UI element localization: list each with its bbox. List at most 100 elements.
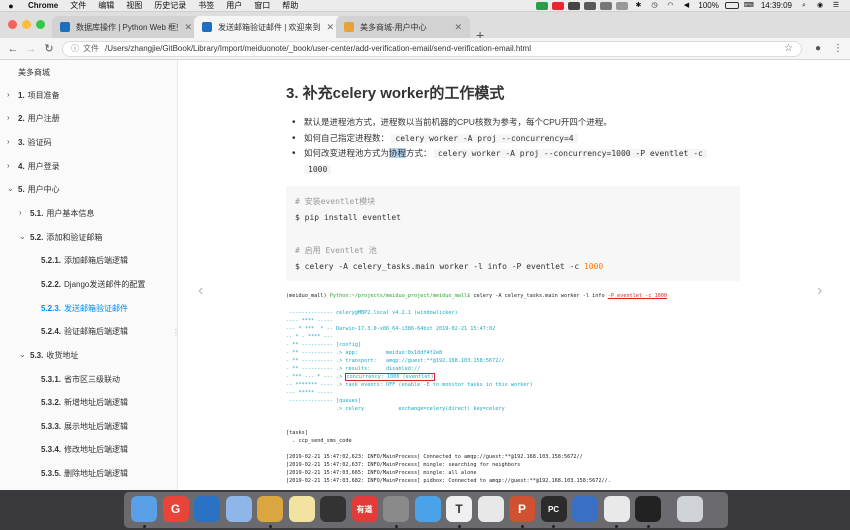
git-dock-icon[interactable]: G	[162, 496, 189, 522]
battery-icon[interactable]	[724, 2, 739, 9]
menu-file[interactable]: 文件	[64, 0, 92, 11]
finder-dock-icon[interactable]	[131, 496, 157, 522]
sidebar-title[interactable]: 美多商城	[18, 67, 50, 78]
xmind-dock-icon[interactable]	[477, 496, 504, 522]
siri-icon[interactable]: ◉	[814, 2, 826, 10]
inline-code: celery worker -A proj --concurrency=1000…	[433, 149, 707, 158]
battery-percent[interactable]: 100%	[694, 1, 722, 10]
youdao-dock-icon[interactable]: 有道	[351, 496, 378, 522]
dock: G 有道 T P PC	[0, 490, 850, 530]
sidebar-item-5-3-3[interactable]: 5.3.3. 展示地址后端逻辑	[41, 421, 128, 432]
minimize-window-button[interactable]	[22, 20, 31, 29]
app-dock-icon[interactable]	[572, 496, 598, 522]
input-method-icon[interactable]: ⌨	[743, 2, 755, 10]
obs-dock-icon[interactable]	[320, 496, 346, 522]
tab-send-email[interactable]: 发送邮箱验证邮件 | 欢迎来到美 ✕	[194, 16, 342, 38]
next-page-icon[interactable]: ›	[817, 282, 822, 300]
apple-icon[interactable]: ●	[0, 1, 22, 11]
vscode-dock-icon[interactable]	[194, 496, 220, 522]
bluetooth-icon[interactable]: ✱	[632, 2, 644, 10]
sidebar-item-1[interactable]: › 1. 项目准备	[7, 90, 60, 101]
terminal-dock-icon[interactable]	[635, 496, 661, 522]
status-app-icon[interactable]	[536, 1, 549, 10]
sidebar-item-4[interactable]: › 4. 用户登录	[7, 161, 60, 172]
sidebar-item-5-2-2[interactable]: 5.2.2. Django发送邮件的配置	[41, 279, 145, 290]
status-app-icon[interactable]	[616, 1, 629, 10]
menu-help[interactable]: 帮助	[276, 0, 304, 11]
code-line: $ celery -A celery_tasks.main worker -l …	[295, 262, 604, 271]
sidebar-item-5-3[interactable]: ⌄ 5.3. 收货地址	[19, 350, 78, 361]
status-app-icon[interactable]	[600, 1, 613, 10]
prev-page-icon[interactable]: ‹	[198, 282, 203, 300]
status-area: ✱ ◷ ◠ ◀ 100% ⌨ 14:39:09 ⌕ ◉ ☰	[534, 1, 850, 10]
sidebar-item-3[interactable]: › 3. 验证码	[7, 137, 52, 148]
menu-app[interactable]: Chrome	[22, 1, 64, 10]
system-prefs-dock-icon[interactable]	[383, 496, 409, 522]
bookmark-star-icon[interactable]: ☆	[784, 43, 793, 54]
address-bar[interactable]: ⓘ 文件 /Users/zhangjie/GitBook/Library/Imp…	[62, 40, 802, 57]
close-tab-icon[interactable]: ✕	[454, 22, 462, 33]
sidebar-item-5-3-4[interactable]: 5.3.4. 修改地址后端逻辑	[41, 444, 128, 455]
notification-center-icon[interactable]: ☰	[830, 2, 842, 10]
powerpoint-dock-icon[interactable]: P	[509, 496, 535, 522]
timemachine-icon[interactable]: ◷	[648, 2, 660, 10]
menu-window[interactable]: 窗口	[248, 0, 276, 11]
menu-kebab-icon[interactable]: ⋮	[830, 43, 846, 54]
menu-history[interactable]: 历史记录	[148, 0, 192, 11]
terminal-line: [2019-02-21 15:47:03,682: INFO/MainProce…	[286, 478, 611, 484]
wifi-icon[interactable]: ◠	[664, 2, 676, 10]
sidebar-item-5-1[interactable]: › 5.1. 用户基本信息	[19, 208, 94, 219]
menu-view[interactable]: 视图	[120, 0, 148, 11]
profile-icon[interactable]: ●	[810, 43, 826, 54]
info-icon[interactable]: ⓘ	[71, 43, 79, 54]
volume-icon[interactable]: ◀	[680, 2, 692, 10]
app-dock-icon[interactable]	[257, 496, 283, 522]
menu-bookmarks[interactable]: 书签	[192, 0, 220, 11]
terminal-line: .> celery exchange=celery(direct) key=ce…	[286, 406, 505, 412]
tab-database[interactable]: 数据库操作 | Python Web 框架 ✕	[52, 16, 200, 38]
reload-icon[interactable]: ↻	[40, 42, 58, 55]
zoom-window-button[interactable]	[36, 20, 45, 29]
close-tab-icon[interactable]: ✕	[326, 22, 334, 33]
app-dock-icon[interactable]	[225, 496, 252, 522]
tab-favicon	[344, 22, 354, 32]
trash-dock-icon[interactable]	[676, 496, 703, 522]
sidebar-item-5-3-2[interactable]: 5.3.2. 新增地址后端逻辑	[41, 397, 128, 408]
dock-running-indicator	[646, 525, 650, 528]
sidebar-item-5-2-1[interactable]: 5.2.1. 添加邮箱后端逻辑	[41, 255, 128, 266]
menu-user[interactable]: 用户	[220, 0, 248, 11]
close-tab-icon[interactable]: ✕	[184, 22, 192, 33]
sidebar-resize-handle[interactable]: ⋮	[172, 328, 177, 337]
terminal-prompt: (meiduo_mall) Python:~/projects/meiduo_p…	[286, 293, 668, 299]
search-icon[interactable]: ⌕	[798, 2, 810, 10]
sidebar-item-2[interactable]: › 2. 用户注册	[7, 113, 60, 124]
close-window-button[interactable]	[8, 20, 17, 29]
status-app-icon[interactable]	[584, 1, 597, 10]
sidebar-item-5-2-3[interactable]: 5.2.3. 发送邮箱验证邮件	[41, 303, 128, 314]
dock-running-indicator	[520, 525, 524, 528]
sidebar-item-5-2[interactable]: ⌄ 5.2. 添加和验证邮箱	[19, 232, 102, 243]
sidebar-item-5-2-4[interactable]: 5.2.4. 验证邮箱后端逻辑	[41, 326, 128, 337]
tab-favicon	[60, 22, 70, 32]
back-icon[interactable]: ←	[4, 43, 22, 55]
terminal-line: - *** --- * --- .> concurrency: 1000 (ev…	[286, 373, 435, 381]
tab-user-center[interactable]: 美多商城-用户中心 ✕	[336, 16, 470, 38]
chevron-right-icon: ›	[19, 208, 22, 217]
status-record-icon[interactable]	[552, 1, 565, 10]
terminal-line: . ccp_send_sms_code	[286, 438, 352, 444]
section-heading: 3. 补充celery worker的工作模式	[286, 85, 505, 102]
safari-dock-icon[interactable]	[414, 496, 441, 522]
clock[interactable]: 14:39:09	[757, 1, 796, 10]
sidebar-item-5-3-5[interactable]: 5.3.5. 删除地址后端逻辑	[41, 468, 128, 479]
sidebar-item-5[interactable]: ⌄ 5. 用户中心	[7, 184, 60, 195]
forward-icon[interactable]: →	[22, 43, 40, 55]
sidebar-item-5-3-1[interactable]: 5.3.1. 省市区三级联动	[41, 374, 120, 385]
tab-favicon	[202, 22, 212, 32]
pycharm-dock-icon[interactable]: PC	[540, 496, 567, 522]
chrome-dock-icon[interactable]	[603, 496, 630, 522]
address-url[interactable]: /Users/zhangjie/GitBook/Library/Import/m…	[105, 44, 531, 53]
menu-edit[interactable]: 编辑	[92, 0, 120, 11]
typora-dock-icon[interactable]: T	[446, 496, 472, 522]
notes-dock-icon[interactable]	[288, 496, 315, 522]
status-app-icon[interactable]	[568, 1, 581, 10]
